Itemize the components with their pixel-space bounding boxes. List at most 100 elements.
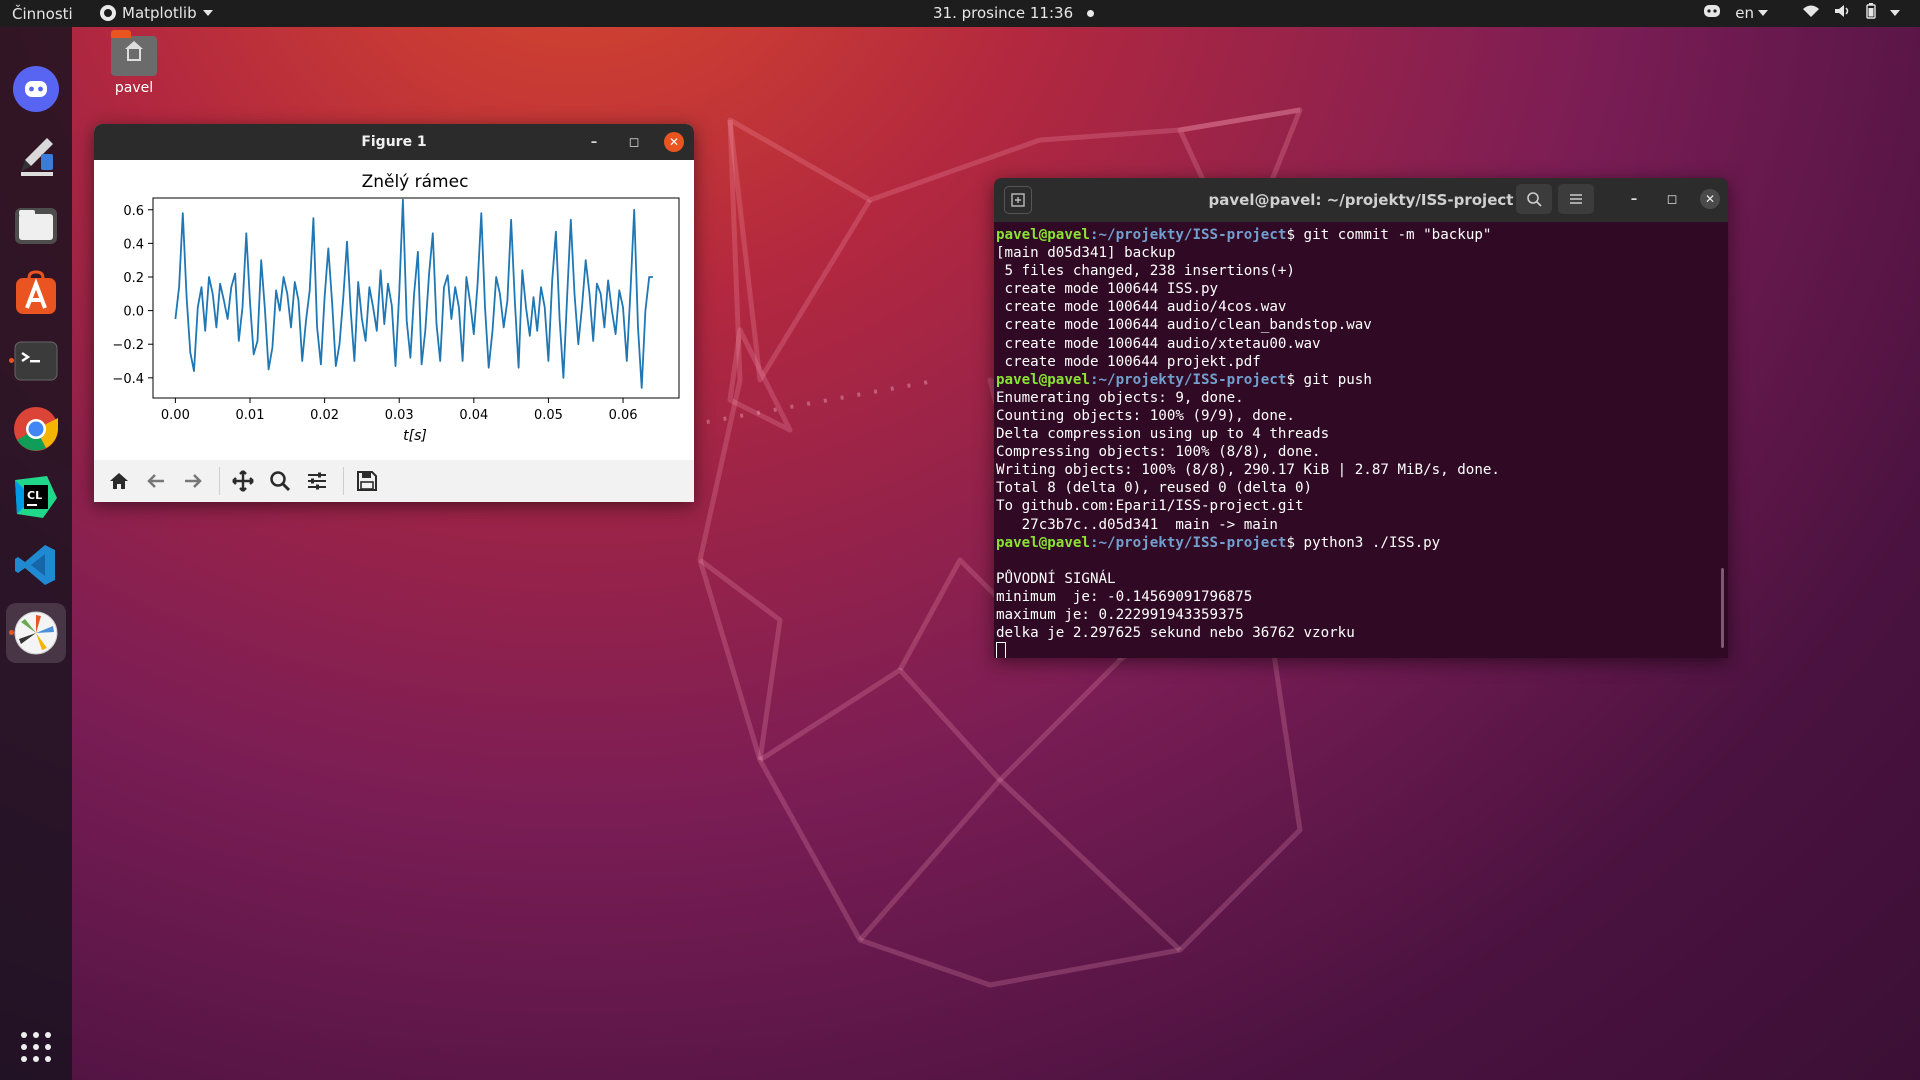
prompt-user: pavel@pavel <box>996 371 1090 388</box>
notification-dot-icon <box>1087 9 1095 17</box>
dock-clion[interactable]: CL <box>6 467 66 527</box>
dock-vscode[interactable] <box>6 535 66 595</box>
app-menu-label: Matplotlib <box>122 4 197 22</box>
volume-icon[interactable] <box>1834 4 1852 22</box>
running-indicator <box>9 630 14 635</box>
chevron-down-icon <box>1758 10 1768 16</box>
search-icon[interactable] <box>1516 184 1552 214</box>
window-controls: – ◻ ✕ <box>584 132 684 152</box>
wifi-icon[interactable] <box>1802 4 1820 22</box>
close-icon[interactable]: ✕ <box>1700 189 1720 209</box>
terminal-title: pavel@pavel: ~/projekty/ISS-project <box>1208 191 1514 209</box>
figure-title: Figure 1 <box>361 134 427 150</box>
language-label: en <box>1735 4 1754 22</box>
chevron-down-icon <box>202 10 213 16</box>
chart-title: Znělý rámec <box>362 172 469 192</box>
command-2-output: Enumerating objects: 9, done. Counting o… <box>996 389 1500 533</box>
terminal-icon <box>13 338 59 384</box>
x-tick-label: 0.05 <box>534 408 563 423</box>
minimize-icon[interactable]: – <box>584 132 604 152</box>
figure-toolbar <box>94 460 694 502</box>
y-tick-label: −0.2 <box>112 338 144 353</box>
vscode-icon <box>13 542 59 588</box>
discord-icon <box>13 66 59 112</box>
configure-subplots-icon[interactable] <box>302 466 332 496</box>
dock-matplotlib[interactable] <box>6 603 66 663</box>
terminal-titlebar[interactable]: pavel@pavel: ~/projekty/ISS-project – ◻ … <box>994 178 1728 222</box>
dock-discord[interactable] <box>6 59 66 119</box>
prompt-sign: $ <box>1286 534 1304 551</box>
dock-files[interactable] <box>6 195 66 255</box>
x-axis-label: t[s] <box>403 428 427 444</box>
clion-icon: CL <box>13 474 59 520</box>
desktop-home-folder[interactable]: pavel <box>106 30 162 96</box>
running-indicator <box>9 358 14 363</box>
window-controls: – ◻ ✕ <box>1624 189 1720 209</box>
matplotlib-logo-icon <box>100 5 116 21</box>
language-selector[interactable]: en <box>1735 4 1768 22</box>
inkscape-icon <box>13 134 59 180</box>
battery-icon[interactable] <box>1866 3 1876 23</box>
y-tick-label: 0.0 <box>123 305 144 320</box>
x-tick-label: 0.02 <box>310 408 339 423</box>
terminal-cursor <box>996 642 1006 658</box>
minimize-icon[interactable]: – <box>1624 189 1644 209</box>
x-tick-label: 0.01 <box>236 408 265 423</box>
prompt-sign: $ <box>1286 371 1304 388</box>
app-menu[interactable]: Matplotlib <box>100 4 213 22</box>
plot-canvas[interactable]: Znělý rámec 0.00 0.01 0.02 0.03 0.04 0.05 0.06… <box>94 160 694 460</box>
system-tray: en <box>1703 3 1900 23</box>
dock-chrome[interactable] <box>6 399 66 459</box>
discord-tray-icon[interactable] <box>1703 4 1721 22</box>
hamburger-menu-icon[interactable] <box>1558 184 1594 214</box>
save-icon[interactable] <box>352 466 382 496</box>
new-tab-icon[interactable] <box>1004 186 1032 214</box>
y-tick-label: −0.4 <box>112 372 144 387</box>
clock[interactable]: 31. prosince 11:36 <box>933 4 1095 22</box>
system-menu-chevron-icon[interactable] <box>1890 10 1900 16</box>
close-icon[interactable]: ✕ <box>664 132 684 152</box>
terminal-scrollbar[interactable] <box>1721 568 1724 648</box>
prompt-path: :~/projekty/ISS-project <box>1089 534 1287 551</box>
command-1: git commit -m "backup" <box>1303 227 1492 243</box>
x-tick-label: 0.03 <box>385 408 414 423</box>
terminal-output[interactable]: pavel@pavel:~/projekty/ISS-project$ git … <box>996 226 1716 658</box>
signal-line <box>174 198 653 389</box>
dock-terminal[interactable] <box>6 331 66 391</box>
toolbar-separator <box>343 467 344 495</box>
pan-icon[interactable] <box>228 466 258 496</box>
y-tick-label: 0.4 <box>123 237 144 252</box>
software-center-icon <box>13 270 59 316</box>
back-icon[interactable] <box>141 466 171 496</box>
toolbar-separator <box>219 467 220 495</box>
y-tick-label: 0.6 <box>123 204 144 219</box>
figure-titlebar[interactable]: Figure 1 – ◻ ✕ <box>94 124 694 160</box>
x-tick-label: 0.06 <box>609 408 638 423</box>
command-3-output: PŮVODNÍ SIGNÁL minimum je: -0.1456909179… <box>996 570 1355 642</box>
matplotlib-icon <box>13 610 59 656</box>
dock-software-center[interactable] <box>6 263 66 323</box>
dock-inkscape[interactable] <box>6 127 66 187</box>
prompt-path: :~/projekty/ISS-project <box>1089 371 1287 388</box>
figure-window: Figure 1 – ◻ ✕ Znělý rámec 0.00 0.01 0.02 0… <box>94 124 694 502</box>
clock-label: 31. prosince 11:36 <box>933 4 1074 22</box>
activities-button[interactable]: Činnosti <box>12 5 73 23</box>
top-bar: Činnosti Matplotlib 31. prosince 11:36 e… <box>0 0 1920 27</box>
home-folder-icon <box>111 30 157 76</box>
files-icon <box>13 202 59 248</box>
chrome-icon <box>13 406 59 452</box>
desktop-folder-label: pavel <box>114 80 154 96</box>
forward-icon[interactable] <box>178 466 208 496</box>
maximize-icon[interactable]: ◻ <box>1662 189 1682 209</box>
maximize-icon[interactable]: ◻ <box>624 132 644 152</box>
home-icon[interactable] <box>104 466 134 496</box>
zoom-icon[interactable] <box>265 466 295 496</box>
dock: CL <box>0 27 72 1080</box>
show-applications-button[interactable] <box>6 1017 66 1077</box>
show-apps-icon <box>13 1024 59 1070</box>
terminal-header-controls: – ◻ ✕ <box>1516 184 1720 214</box>
prompt-path: :~/projekty/ISS-project <box>1089 227 1287 243</box>
command-2: git push <box>1303 371 1372 388</box>
command-3: python3 ./ISS.py <box>1303 534 1441 551</box>
svg-text:CL: CL <box>27 489 42 502</box>
